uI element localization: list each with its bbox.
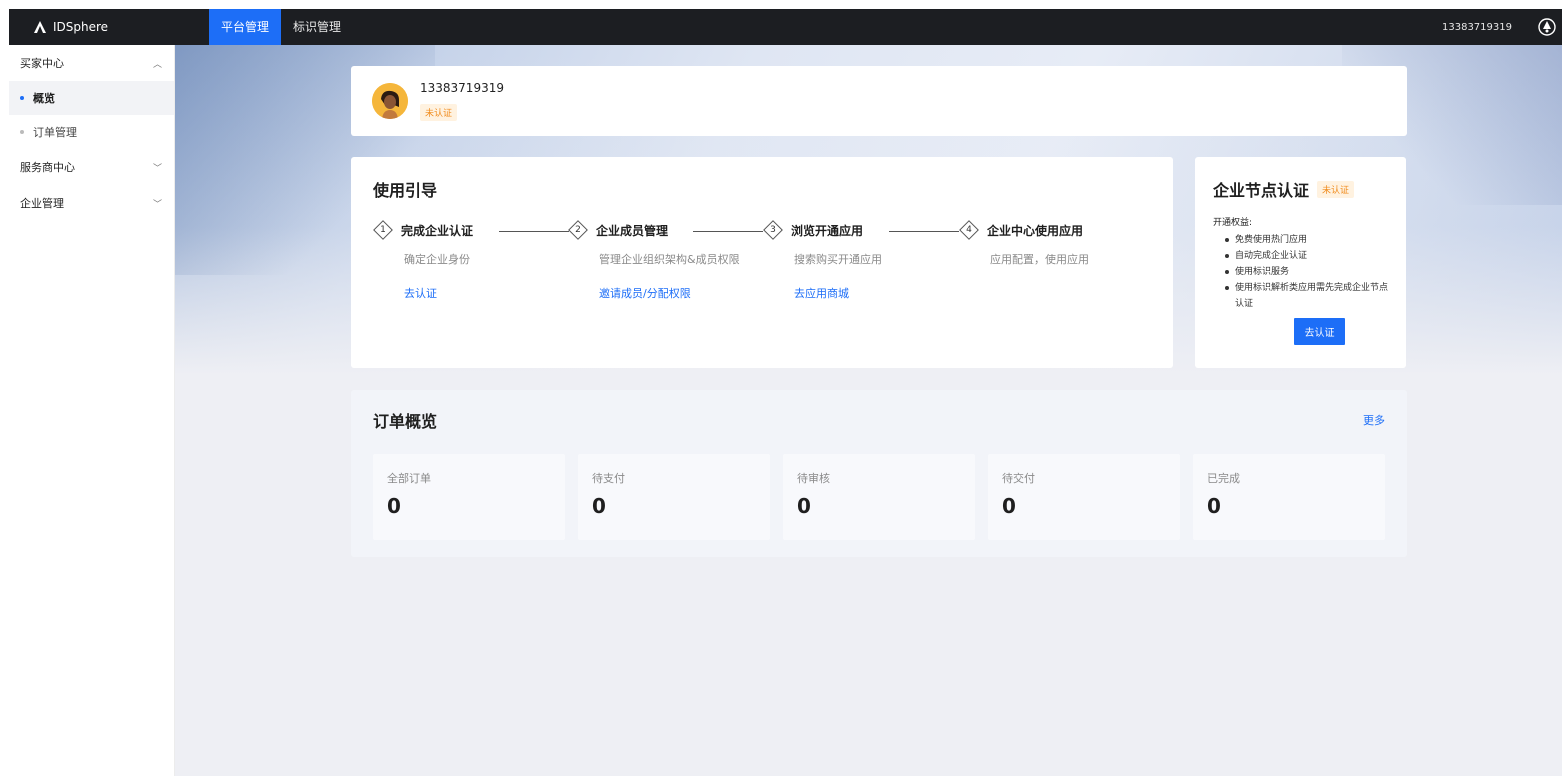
step-number-icon: 4 bbox=[959, 220, 979, 240]
bullet-icon bbox=[20, 96, 24, 100]
more-link[interactable]: 更多 bbox=[1363, 412, 1385, 428]
chevron-down-icon: ﹀ bbox=[152, 163, 162, 174]
order-overview-card: 订单概览 更多 全部订单 0 待支付 0 待审核 0 待交付 0 已完成 0 bbox=[351, 390, 1407, 557]
sidebar: 买家中心 ︿ 概览 订单管理 服务商中心 ﹀ 企业管理 ﹀ bbox=[9, 45, 175, 776]
logo-icon bbox=[33, 20, 47, 34]
list-item: 自动完成企业认证 bbox=[1225, 248, 1388, 264]
stat-value: 0 bbox=[387, 494, 401, 518]
app-store-link[interactable]: 去应用商城 bbox=[763, 285, 963, 301]
go-certify-link[interactable]: 去认证 bbox=[373, 285, 573, 301]
status-badge: 未认证 bbox=[420, 104, 458, 121]
stat-label: 待支付 bbox=[592, 472, 625, 485]
stat-label: 待审核 bbox=[797, 472, 830, 485]
step-name: 完成企业认证 bbox=[401, 223, 474, 238]
bullet-icon bbox=[20, 130, 24, 134]
benefits-title: 开通权益: bbox=[1213, 218, 1253, 228]
step-name: 企业成员管理 bbox=[596, 223, 669, 238]
order-stats: 全部订单 0 待支付 0 待审核 0 待交付 0 已完成 0 bbox=[373, 454, 1385, 540]
sidebar-group-enterprise-management[interactable]: 企业管理 ﹀ bbox=[9, 185, 174, 221]
stat-value: 0 bbox=[797, 494, 811, 518]
card-title: 订单概览 bbox=[373, 412, 438, 431]
sidebar-group-provider-center[interactable]: 服务商中心 ﹀ bbox=[9, 149, 174, 185]
usage-guide-card: 使用引导 1 完成企业认证 确定企业身份 去认证 2 企业成员管理 管理企业组织… bbox=[351, 157, 1173, 368]
tab-identifier-management[interactable]: 标识管理 bbox=[281, 9, 353, 45]
stat-pending-review[interactable]: 待审核 0 bbox=[783, 454, 975, 540]
avatar[interactable] bbox=[372, 83, 408, 119]
node-certification-card: 企业节点认证 未认证 开通权益: 免费使用热门应用 自动完成企业认证 使用标识服… bbox=[1195, 157, 1406, 368]
top-tabs: 平台管理 标识管理 bbox=[209, 9, 353, 45]
step-description: 确定企业身份 bbox=[404, 253, 470, 266]
card-title: 使用引导 bbox=[373, 181, 438, 200]
list-item: 使用标识服务 bbox=[1225, 264, 1388, 280]
profile-phone: 13383719319 bbox=[420, 81, 504, 95]
list-item: 使用标识解析类应用需先完成企业节点认证 bbox=[1225, 280, 1388, 312]
brand-name: IDSphere bbox=[53, 20, 109, 34]
stat-completed[interactable]: 已完成 0 bbox=[1193, 454, 1385, 540]
step-description: 管理企业组织架构&成员权限 bbox=[599, 253, 740, 266]
tab-platform-management[interactable]: 平台管理 bbox=[209, 9, 282, 45]
step-description: 搜索购买开通应用 bbox=[794, 253, 882, 266]
user-account[interactable]: 13383719319 bbox=[1442, 22, 1512, 33]
guide-step: 4 企业中心使用应用 应用配置，使用应用 bbox=[959, 220, 1159, 267]
status-badge: 未认证 bbox=[1317, 180, 1355, 198]
invite-members-link[interactable]: 邀请成员/分配权限 bbox=[568, 285, 768, 301]
sidebar-item-orders[interactable]: 订单管理 bbox=[9, 115, 174, 149]
user-area: 13383719319 bbox=[1442, 9, 1562, 45]
sidebar-group-label: 服务商中心 bbox=[20, 161, 75, 174]
guide-step: 1 完成企业认证 确定企业身份 去认证 bbox=[373, 220, 573, 301]
step-number-icon: 1 bbox=[373, 220, 393, 240]
stat-label: 已完成 bbox=[1207, 472, 1240, 485]
step-number-icon: 3 bbox=[763, 220, 783, 240]
chevron-down-icon: ﹀ bbox=[152, 199, 162, 210]
brand[interactable]: IDSphere bbox=[9, 9, 181, 45]
profile-card: 13383719319 未认证 bbox=[351, 66, 1407, 136]
guide-steps: 1 完成企业认证 确定企业身份 去认证 2 企业成员管理 管理企业组织架构&成员… bbox=[373, 220, 1151, 321]
stat-all-orders[interactable]: 全部订单 0 bbox=[373, 454, 565, 540]
sidebar-item-label: 订单管理 bbox=[33, 126, 77, 139]
sidebar-group-label: 企业管理 bbox=[20, 197, 64, 210]
stat-label: 全部订单 bbox=[387, 472, 431, 485]
step-name: 企业中心使用应用 bbox=[987, 223, 1084, 238]
chevron-up-icon: ︿ bbox=[152, 59, 162, 70]
stat-value: 0 bbox=[1207, 494, 1221, 518]
stat-pending-payment[interactable]: 待支付 0 bbox=[578, 454, 770, 540]
go-certify-button[interactable]: 去认证 bbox=[1294, 318, 1345, 345]
main-content: 13383719319 未认证 使用引导 1 完成企业认证 确定企业身份 去认证… bbox=[175, 45, 1562, 776]
guide-step: 2 企业成员管理 管理企业组织架构&成员权限 邀请成员/分配权限 bbox=[568, 220, 768, 301]
sidebar-group-buyer-center[interactable]: 买家中心 ︿ bbox=[9, 45, 174, 81]
card-title: 企业节点认证 bbox=[1213, 181, 1310, 200]
benefits-list: 免费使用热门应用 自动完成企业认证 使用标识服务 使用标识解析类应用需先完成企业… bbox=[1213, 232, 1388, 312]
top-navigation-bar: IDSphere 平台管理 标识管理 13383719319 bbox=[9, 9, 1562, 45]
sidebar-item-label: 概览 bbox=[33, 92, 55, 105]
sidebar-item-overview[interactable]: 概览 bbox=[9, 81, 174, 115]
stat-value: 0 bbox=[592, 494, 606, 518]
stat-pending-delivery[interactable]: 待交付 0 bbox=[988, 454, 1180, 540]
stat-label: 待交付 bbox=[1002, 472, 1035, 485]
step-name: 浏览开通应用 bbox=[791, 223, 864, 238]
guide-step: 3 浏览开通应用 搜索购买开通应用 去应用商城 bbox=[763, 220, 963, 301]
step-description: 应用配置，使用应用 bbox=[990, 253, 1089, 266]
stat-value: 0 bbox=[1002, 494, 1016, 518]
sidebar-group-label: 买家中心 bbox=[20, 57, 64, 70]
list-item: 免费使用热门应用 bbox=[1225, 232, 1388, 248]
step-number-icon: 2 bbox=[568, 220, 588, 240]
user-avatar-icon[interactable] bbox=[1538, 18, 1556, 36]
